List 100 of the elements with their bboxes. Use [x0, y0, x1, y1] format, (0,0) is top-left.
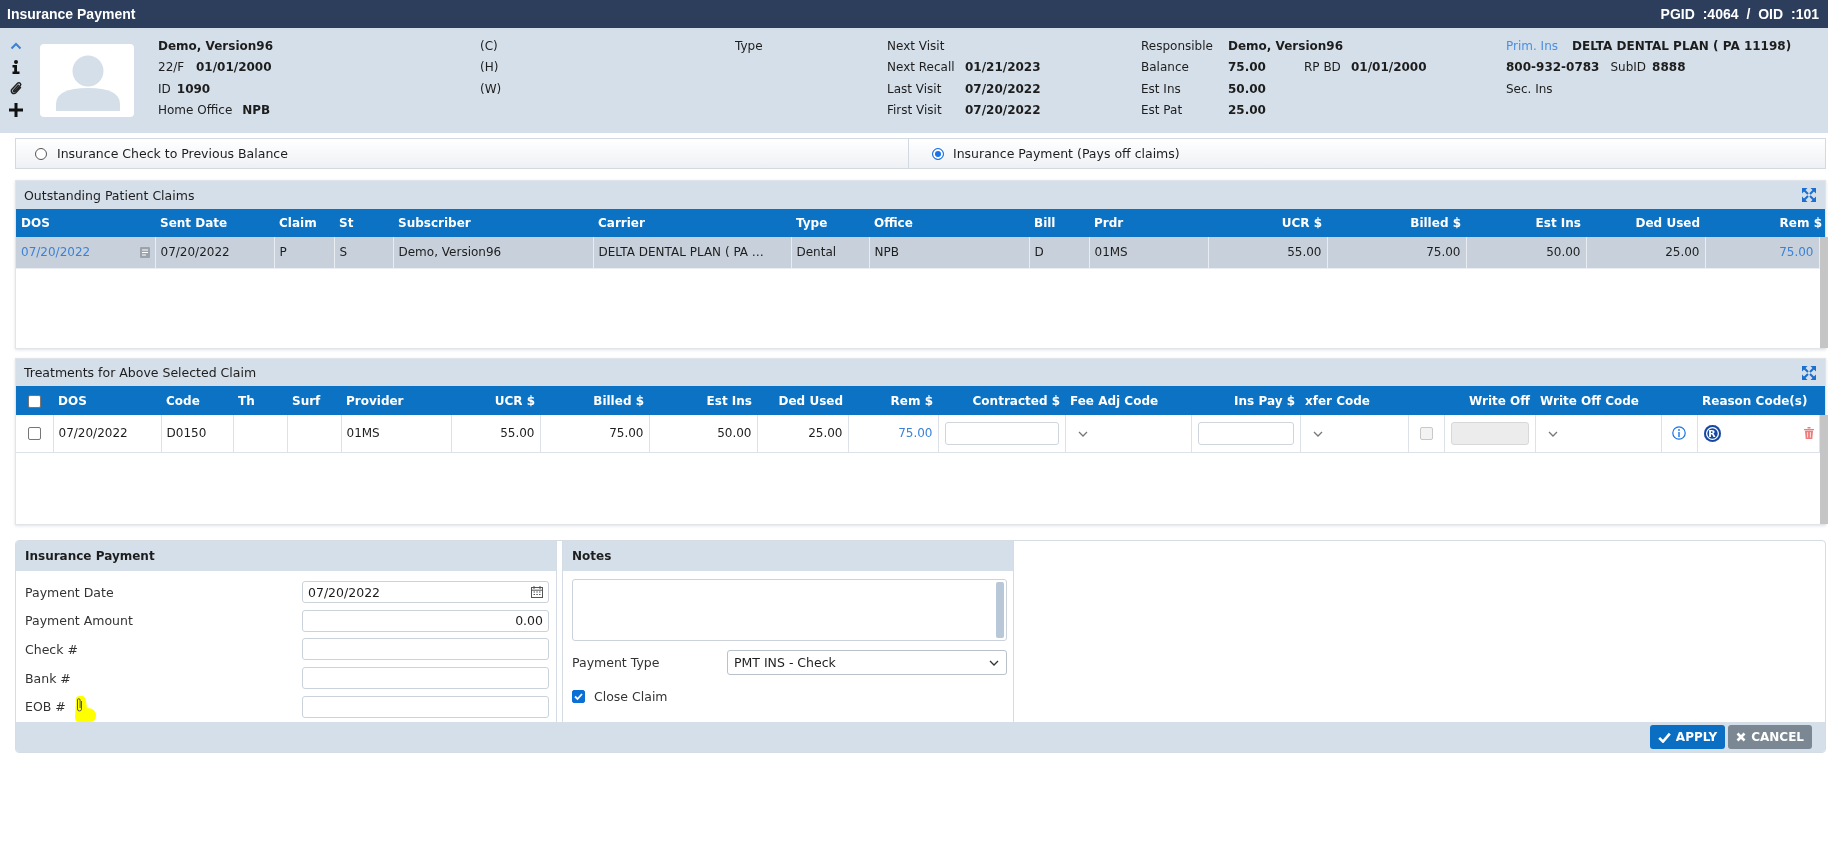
column-header[interactable]: Ins Pay $ [1191, 386, 1300, 415]
insurance-link[interactable]: Prim. Ins [1506, 38, 1558, 53]
type-label: Type [735, 38, 763, 53]
age-sex: 22/F [158, 60, 186, 75]
table-cell: NPB [869, 237, 1029, 268]
amount-link[interactable]: 75.00 [1779, 245, 1814, 260]
column-header[interactable]: Surf [287, 386, 341, 415]
panel-title: Treatments for Above Selected Claim [24, 365, 257, 380]
column-header[interactable]: Reason Code(s) [1697, 386, 1827, 415]
column-header[interactable]: Provider [341, 386, 451, 415]
patient-name: Demo, Version96 [158, 38, 273, 53]
column-header[interactable]: Code [161, 386, 233, 415]
column-header[interactable]: DOS [16, 209, 155, 237]
column-header[interactable]: Ded Used [1586, 209, 1705, 237]
info-icon[interactable] [12, 60, 20, 75]
visit-label: Next Visit [887, 38, 945, 53]
table-cell: 75.00 [1327, 237, 1466, 268]
column-header[interactable]: Office [869, 209, 1029, 237]
window-title: Insurance Payment [7, 6, 136, 22]
column-header[interactable]: Write Off Code [1535, 386, 1661, 415]
visit-date: 07/20/2022 [965, 81, 1041, 96]
visit-label: Last Visit [887, 81, 942, 96]
plus-icon[interactable] [9, 103, 23, 118]
column-header[interactable]: DOS [53, 386, 161, 415]
column-header[interactable]: xfer Code [1300, 386, 1408, 415]
field-label: Payment Type [572, 655, 660, 670]
table-row[interactable]: 07/20/2022 D0150 01MS 55.00 75.00 50.00 25.00 75.00 R [16, 415, 1819, 452]
column-header[interactable]: UCR $ [1208, 209, 1327, 237]
column-header[interactable]: Type [791, 209, 869, 237]
paperclip-icon[interactable] [73, 694, 97, 723]
close-icon[interactable] [1736, 732, 1747, 742]
column-header[interactable]: Bill [1029, 209, 1089, 237]
column-header[interactable]: Claim [274, 209, 334, 237]
column-header[interactable]: Billed $ [540, 386, 649, 415]
input-field[interactable] [1197, 421, 1294, 445]
table-cell: 25.00 [1586, 237, 1705, 268]
card-title: Insurance Payment [25, 549, 155, 563]
apply-button[interactable]: APPLY [1649, 725, 1726, 749]
column-header[interactable]: Write Off [1444, 386, 1535, 415]
table-cell: P [274, 237, 334, 268]
column-header[interactable]: Prdr [1089, 209, 1208, 237]
column-header[interactable]: Th [233, 386, 287, 415]
table-cell: D0150 [161, 415, 233, 452]
table-cell: Demo, Version96 [393, 237, 593, 268]
expand-icon[interactable] [1802, 365, 1816, 380]
insurance-name: DELTA DENTAL PLAN ( PA 11198) [1572, 38, 1792, 53]
column-header[interactable]: Ded Used [757, 386, 848, 415]
table-cell: 01MS [1089, 237, 1208, 268]
column-header[interactable]: UCR $ [451, 386, 540, 415]
table-cell: 07/20/2022 [53, 415, 161, 452]
column-header[interactable]: Contracted $ [938, 386, 1065, 415]
input-field[interactable] [302, 667, 549, 690]
note-icon[interactable] [139, 246, 150, 258]
column-header[interactable]: St [334, 209, 393, 237]
table-cell: 75.00 [540, 415, 649, 452]
chevron-down-icon[interactable] [989, 659, 999, 666]
table-cell: D [1029, 237, 1089, 268]
calendar-icon[interactable] [531, 586, 543, 598]
column-header[interactable]: Billed $ [1327, 209, 1466, 237]
checkbox[interactable] [27, 427, 41, 441]
column-header[interactable]: Carrier [593, 209, 791, 237]
trash-icon[interactable] [1803, 427, 1814, 440]
input-field[interactable] [302, 695, 549, 718]
card-title: Notes [572, 549, 612, 563]
input-field[interactable] [302, 638, 549, 661]
amount-link[interactable]: 75.00 [898, 426, 933, 441]
column-header[interactable]: Subscriber [393, 209, 593, 237]
scrollbar[interactable] [1819, 237, 1828, 348]
table-row[interactable]: 07/20/2022 07/20/2022 P S Demo, Version96 DELTA DENTAL PLAN ( PA … Dental NPB D 01MS 55.00 75.00 50.00 25.00 75.00 [16, 237, 1819, 268]
field-label: EOB # [25, 699, 66, 715]
input-field[interactable] [944, 421, 1059, 445]
column-header[interactable]: Sent Date [155, 209, 274, 237]
cancel-button[interactable]: CANCEL [1728, 725, 1812, 749]
account-value: 01/01/2000 [1351, 60, 1427, 75]
notes-field[interactable] [572, 579, 1007, 641]
id-label: ID [158, 81, 171, 96]
column-header[interactable]: Fee Adj Code [1065, 386, 1191, 415]
scrollbar[interactable] [996, 582, 1004, 638]
payment-type-select[interactable]: PMT INS - Check [727, 650, 1007, 675]
amount-field[interactable]: 0.00 [302, 609, 549, 632]
table-cell: Dental [791, 237, 869, 268]
radio-button[interactable] [35, 147, 47, 160]
column-header[interactable]: Est Ins [649, 386, 757, 415]
date-field[interactable]: 07/20/2022 [302, 581, 549, 603]
account-value: 50.00 [1228, 81, 1266, 96]
table-cell: 50.00 [649, 415, 757, 452]
checkbox[interactable] [28, 394, 41, 408]
chevron-up-icon[interactable] [10, 41, 22, 50]
checkbox[interactable] [572, 690, 585, 703]
date-link[interactable]: 07/20/2022 [21, 245, 91, 260]
column-header[interactable]: Rem $ [848, 386, 938, 415]
column-header[interactable]: Rem $ [1705, 209, 1827, 237]
column-header[interactable]: Est Ins [1466, 209, 1586, 237]
scrollbar[interactable] [1819, 415, 1828, 524]
reason-code-button[interactable]: R [1703, 424, 1721, 442]
paperclip-icon[interactable] [9, 80, 23, 97]
radio-button[interactable] [932, 147, 944, 160]
field-label: Payment Date [25, 584, 114, 600]
expand-icon[interactable] [1802, 188, 1816, 202]
check-icon[interactable] [1657, 731, 1671, 743]
